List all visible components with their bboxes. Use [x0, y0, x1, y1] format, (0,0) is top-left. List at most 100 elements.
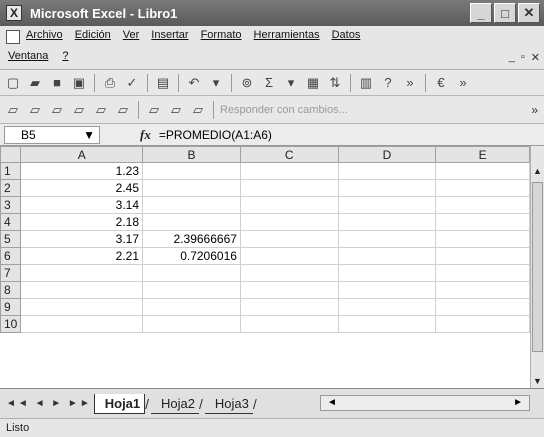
cell-b3[interactable]: [142, 196, 241, 214]
hyperlink-icon[interactable]: ⊚: [238, 74, 256, 92]
cell[interactable]: [435, 298, 530, 316]
insert-function-fx-icon[interactable]: fx: [140, 127, 151, 143]
menu-archivo[interactable]: Archivo: [26, 29, 63, 41]
cell[interactable]: [337, 196, 437, 214]
chart-wizard-icon[interactable]: ▥: [357, 74, 375, 92]
cell[interactable]: [337, 315, 437, 333]
cell[interactable]: [239, 213, 339, 231]
doc-restore-icon[interactable]: ▫: [521, 51, 525, 64]
cell[interactable]: [239, 230, 339, 248]
tab-hoja3[interactable]: Hoja3: [204, 394, 253, 414]
row-header[interactable]: 5: [0, 230, 22, 248]
row-header[interactable]: 2: [0, 179, 22, 197]
name-box[interactable]: B5 ▼: [4, 125, 100, 144]
menu-ayuda[interactable]: ?: [62, 50, 68, 62]
cell[interactable]: [337, 264, 437, 282]
menu-ventana[interactable]: Ventana: [8, 50, 48, 62]
minimize-button[interactable]: _: [470, 3, 492, 23]
review-icon-7[interactable]: ▱: [145, 101, 163, 119]
cell[interactable]: [435, 196, 530, 214]
column-header-a[interactable]: A: [20, 146, 144, 163]
paste-icon[interactable]: ▤: [154, 74, 172, 92]
select-all-corner[interactable]: [0, 146, 22, 163]
cell-a10[interactable]: [20, 315, 144, 333]
row-header[interactable]: 4: [0, 213, 22, 231]
cell[interactable]: [435, 162, 530, 180]
scroll-left-icon[interactable]: ◄: [327, 397, 337, 408]
name-box-dropdown-icon[interactable]: ▼: [83, 128, 95, 142]
menu-herramientas[interactable]: Herramientas: [254, 29, 320, 41]
review-icon-3[interactable]: ▱: [48, 101, 66, 119]
respond-with-changes-button[interactable]: Responder con cambios...: [220, 104, 348, 116]
row-header[interactable]: 3: [0, 196, 22, 214]
cell[interactable]: [239, 264, 339, 282]
cell[interactable]: [239, 247, 339, 265]
autosum-dropdown-icon[interactable]: ▾: [282, 74, 300, 92]
insert-function-icon[interactable]: ▦: [304, 74, 322, 92]
review-icon-5[interactable]: ▱: [92, 101, 110, 119]
document-icon[interactable]: [6, 30, 20, 44]
row-header[interactable]: 9: [0, 298, 22, 316]
scroll-thumb[interactable]: [532, 182, 543, 352]
cell[interactable]: [337, 213, 437, 231]
cell-b4[interactable]: [142, 213, 241, 231]
vertical-scrollbar[interactable]: ▲ ▼: [530, 146, 544, 388]
cell-a7[interactable]: [20, 264, 144, 282]
toolbar-options-icon[interactable]: »: [401, 74, 419, 92]
doc-minimize-icon[interactable]: _: [509, 51, 515, 64]
menu-formato[interactable]: Formato: [201, 29, 242, 41]
open-folder-icon[interactable]: ▰: [26, 74, 44, 92]
tab-hoja1[interactable]: Hoja1: [93, 393, 146, 414]
cell-b1[interactable]: [142, 162, 241, 180]
cell[interactable]: [239, 179, 339, 197]
cell-a8[interactable]: [20, 281, 144, 299]
review-icon-9[interactable]: ▱: [189, 101, 207, 119]
excel-app-icon[interactable]: X: [6, 5, 22, 21]
cell-b2[interactable]: [142, 179, 241, 197]
review-icon-4[interactable]: ▱: [70, 101, 88, 119]
cell-b9[interactable]: [142, 298, 241, 316]
cell[interactable]: [239, 315, 339, 333]
autosum-icon[interactable]: Σ: [260, 74, 278, 92]
new-file-icon[interactable]: ▢: [4, 74, 22, 92]
column-header-b[interactable]: B: [142, 146, 241, 163]
doc-close-icon[interactable]: ✕: [531, 51, 540, 64]
cell[interactable]: [239, 162, 339, 180]
cell[interactable]: [435, 230, 530, 248]
cell[interactable]: [337, 162, 437, 180]
print-icon[interactable]: ⎙: [101, 74, 119, 92]
review-icon-2[interactable]: ▱: [26, 101, 44, 119]
row-header[interactable]: 1: [0, 162, 22, 180]
cell[interactable]: [337, 247, 437, 265]
euro-icon[interactable]: €: [432, 74, 450, 92]
row-header[interactable]: 6: [0, 247, 22, 265]
undo-icon[interactable]: ↶: [185, 74, 203, 92]
permission-icon[interactable]: ▣: [70, 74, 88, 92]
undo-dropdown-icon[interactable]: ▾: [207, 74, 225, 92]
tab-hoja2[interactable]: Hoja2: [151, 394, 199, 414]
cell[interactable]: [239, 196, 339, 214]
maximize-button[interactable]: □: [494, 3, 516, 23]
column-header-e[interactable]: E: [435, 146, 530, 163]
cell-a4[interactable]: 2.18: [20, 213, 144, 231]
cell-b8[interactable]: [142, 281, 241, 299]
toolbar-overflow-icon[interactable]: »: [531, 103, 538, 117]
cell[interactable]: [337, 281, 437, 299]
cell[interactable]: [435, 281, 530, 299]
scroll-down-icon[interactable]: ▼: [531, 374, 544, 388]
save-icon[interactable]: ■: [48, 74, 66, 92]
cell-a2[interactable]: 2.45: [20, 179, 144, 197]
row-header[interactable]: 10: [0, 315, 22, 333]
review-icon-6[interactable]: ▱: [114, 101, 132, 119]
cell-b7[interactable]: [142, 264, 241, 282]
close-button[interactable]: ✕: [518, 3, 540, 23]
formula-input[interactable]: =PROMEDIO(A1:A6): [159, 128, 272, 142]
cell[interactable]: [337, 298, 437, 316]
cell[interactable]: [337, 230, 437, 248]
toolbar-overflow-icon[interactable]: »: [454, 74, 472, 92]
menu-datos[interactable]: Datos: [332, 29, 361, 41]
row-header[interactable]: 7: [0, 264, 22, 282]
scroll-right-icon[interactable]: ►: [513, 397, 523, 408]
cell[interactable]: [435, 213, 530, 231]
cell-a5[interactable]: 3.17: [20, 230, 144, 248]
